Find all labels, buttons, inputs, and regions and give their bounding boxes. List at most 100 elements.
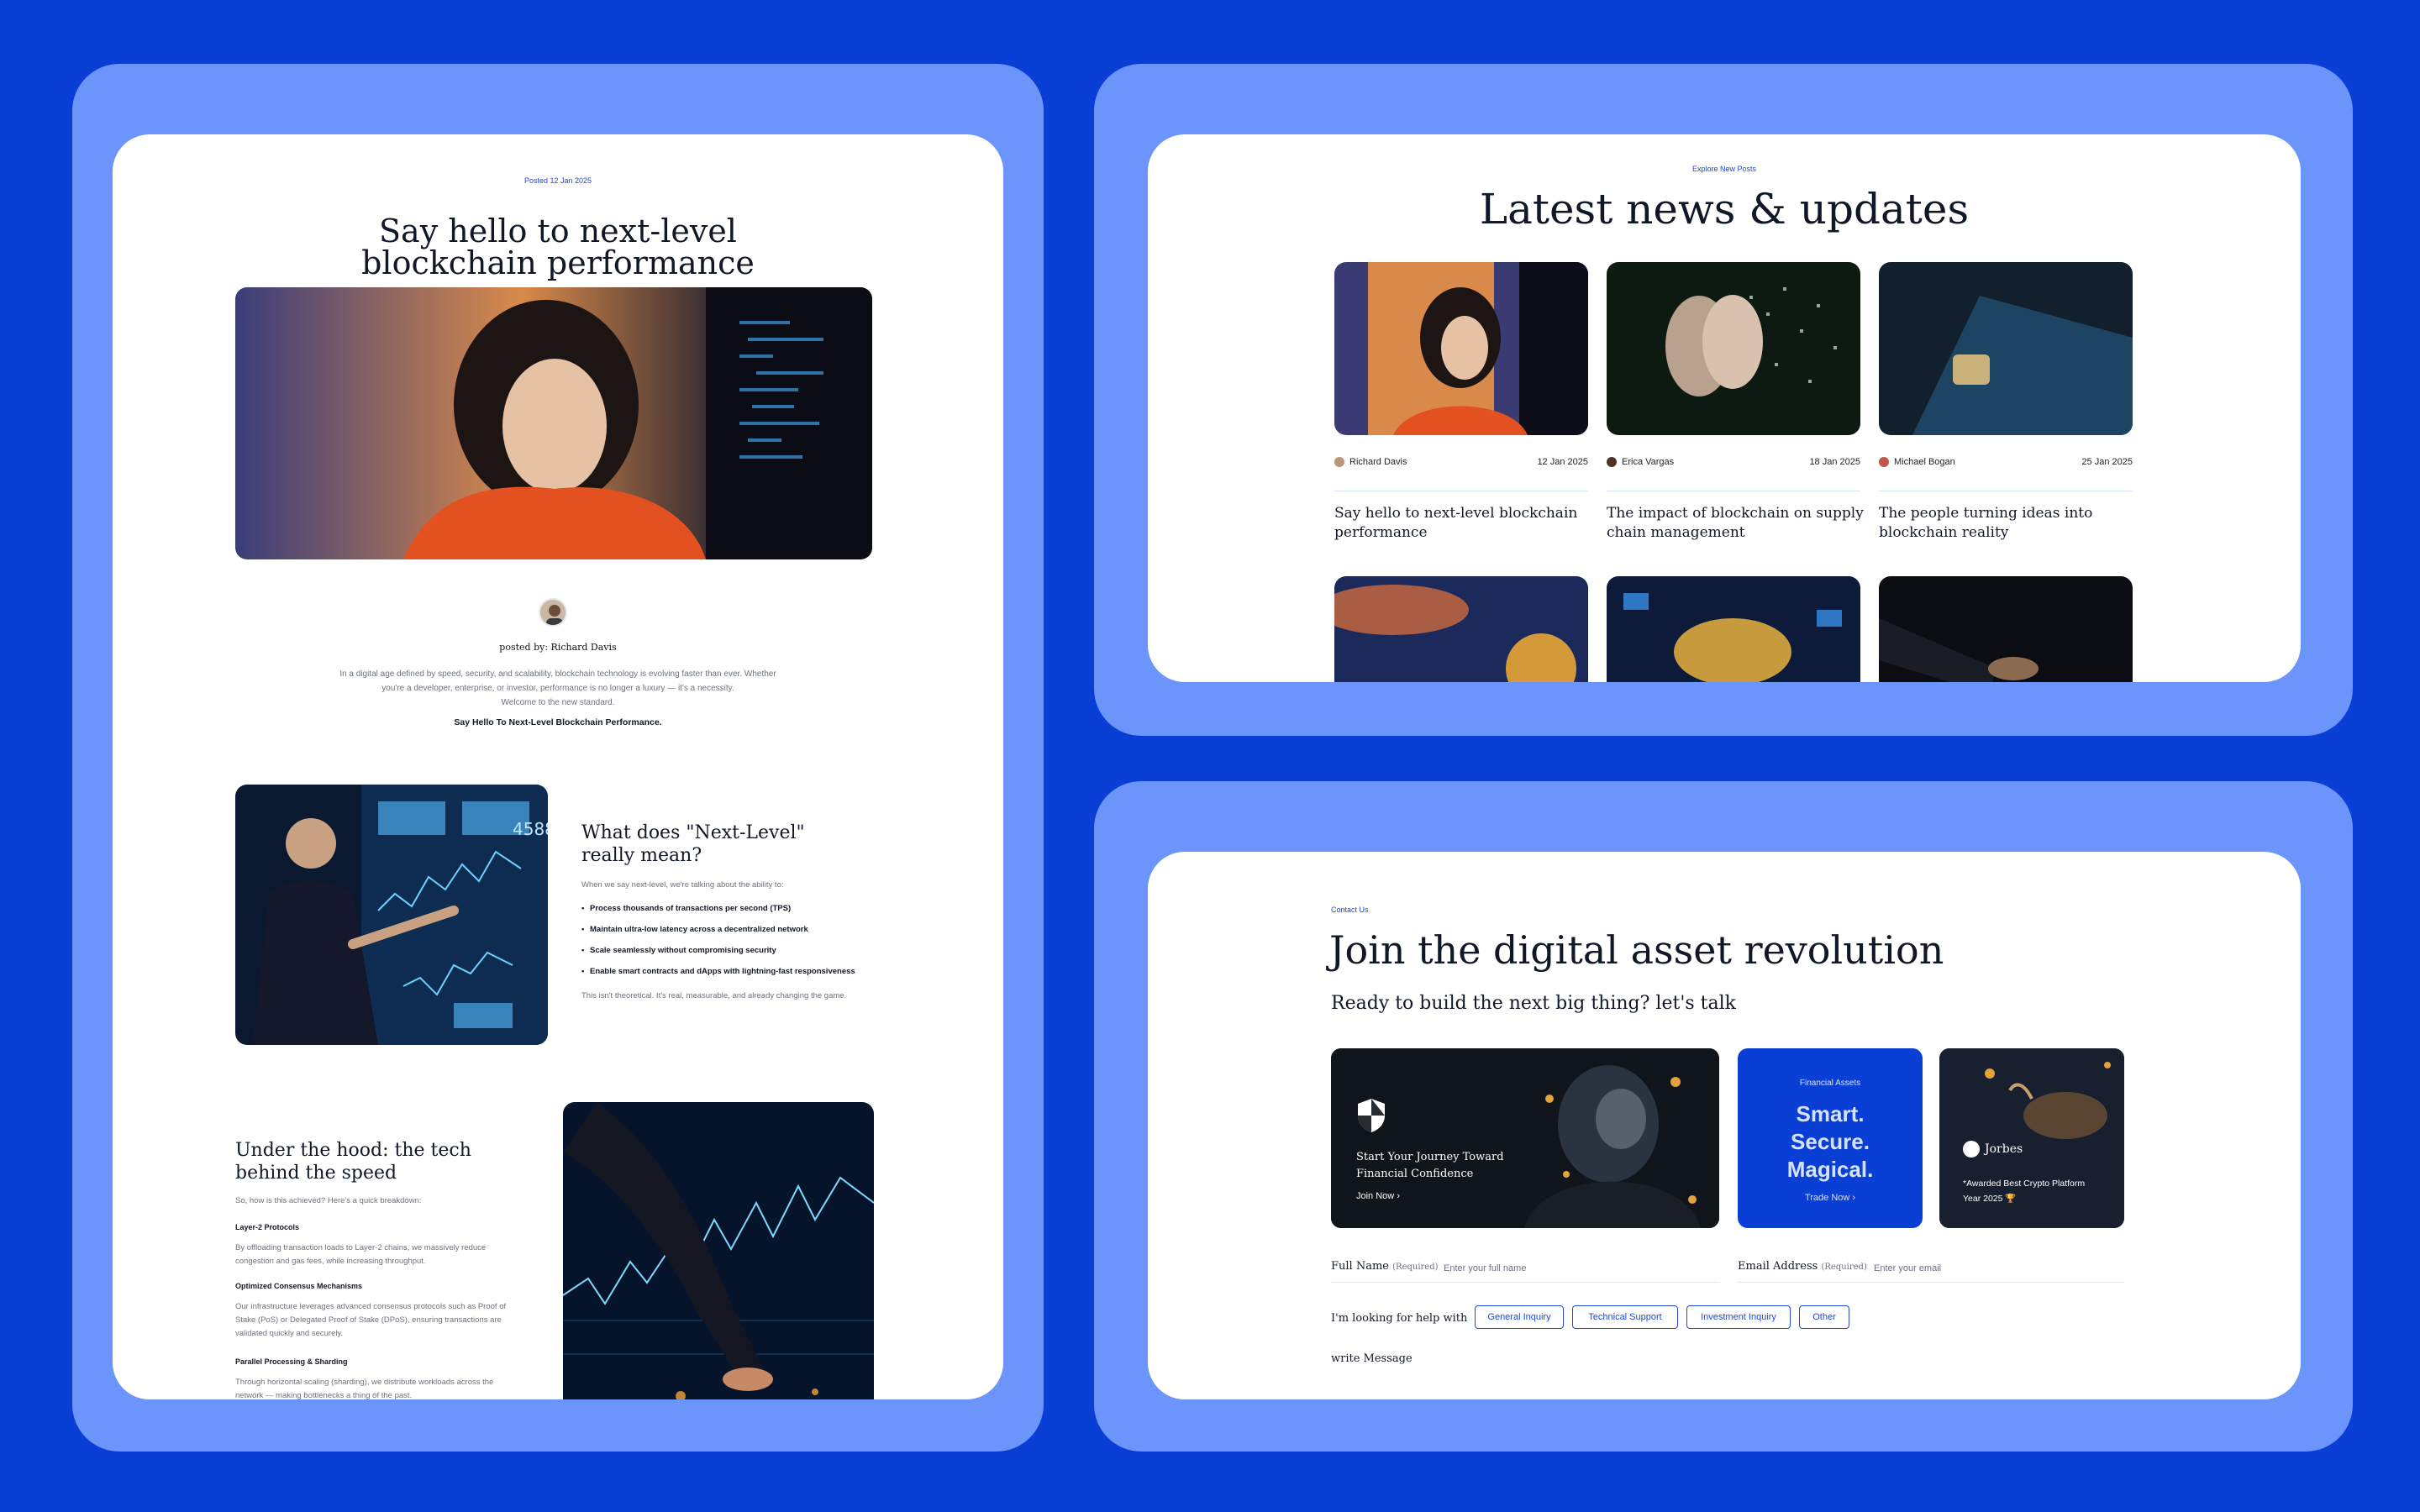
post-image-3: [1879, 262, 2133, 435]
post-meta-3: Michael Bogan: [1879, 457, 1955, 467]
section2-parallel-text: Through horizontal scaling (sharding), w…: [235, 1376, 493, 1399]
article-author: posted by: Richard Davis: [499, 642, 617, 653]
post-date-3: 25 Jan 2025: [2081, 457, 2133, 467]
email-underline: [1738, 1282, 2124, 1283]
news-eyebrow: Explore New Posts: [1691, 165, 1757, 173]
jorbes-icon: [1963, 1141, 1980, 1158]
email-label-text: Email Address: [1738, 1260, 1818, 1273]
section2-layer2-heading: Layer-2 Protocols: [235, 1223, 300, 1231]
promo-tile-trade-headline: Smart. Secure. Magical.: [1738, 1100, 1923, 1184]
post-date-2: 18 Jan 2025: [1809, 457, 1860, 467]
post-author: Richard Davis: [1349, 457, 1407, 467]
section2-title-line1: Under the hood: the tech: [235, 1140, 471, 1161]
author-avatar-icon: [1879, 457, 1889, 467]
chevron-right-icon: ›: [1397, 1191, 1400, 1201]
news-card: Explore New Posts Latest news & updates …: [1148, 134, 2301, 682]
article-intro-line1: In a digital age defined by speed, secur…: [339, 669, 776, 679]
join-now-link[interactable]: Join Now ›: [1356, 1191, 1400, 1201]
post-title-2[interactable]: The impact of blockchain on supply chain…: [1607, 504, 1864, 543]
chip-other[interactable]: Other: [1799, 1305, 1849, 1329]
post-date-1: 12 Jan 2025: [1537, 457, 1588, 467]
post-title-2-line2: chain management: [1607, 524, 1745, 541]
promo-tile-journey-text: Start Your Journey Toward Financial Conf…: [1356, 1149, 1504, 1183]
jorbes-logo: Jorbes: [1963, 1141, 2023, 1158]
chip-investment-inquiry[interactable]: Investment Inquiry: [1686, 1305, 1791, 1329]
promo-tile-journey-line2: Financial Confidence: [1356, 1168, 1474, 1180]
shield-icon: [1355, 1097, 1388, 1138]
article-intro: In a digital age defined by speed, secur…: [113, 667, 1003, 710]
section2-layer2-text: By offloading transaction loads to Layer…: [235, 1242, 486, 1268]
article-intro-line3: Welcome to the new standard.: [501, 698, 615, 707]
post-title-2-line1: The impact of blockchain on supply: [1607, 505, 1864, 522]
svg-text:4588: 4588: [513, 819, 548, 839]
post-meta-1: Richard Davis: [1334, 457, 1407, 467]
promo-tile-journey-line1: Start Your Journey Toward: [1356, 1151, 1504, 1163]
section2-lead: So, how is this achieved? Here's a quick…: [235, 1196, 422, 1205]
post-title-1[interactable]: Say hello to next-level blockchain perfo…: [1334, 504, 1577, 543]
section2-layer2-line1: By offloading transaction loads to Layer…: [235, 1243, 487, 1252]
section2-image: [563, 1102, 874, 1399]
section2-title: Under the hood: the tech behind the spee…: [235, 1139, 471, 1184]
promo-tile-award: Jorbes *Awarded Best Crypto Platform Yea…: [1939, 1048, 2124, 1228]
chip-technical-support[interactable]: Technical Support: [1572, 1305, 1678, 1329]
promo-tile-trade-line1: Smart.: [1796, 1101, 1865, 1126]
author-avatar-icon: [1607, 457, 1617, 467]
post-author: Michael Bogan: [1894, 457, 1955, 467]
promo-tile-journey[interactable]: Start Your Journey Toward Financial Conf…: [1331, 1048, 1719, 1228]
email-input[interactable]: Enter your email: [1874, 1263, 2124, 1273]
section1-title: What does "Next-Level" really mean?: [581, 822, 805, 867]
bullet-item: Scale seamlessly without compromising se…: [581, 946, 855, 955]
section2-consensus-text: Our infrastructure leverages advanced co…: [235, 1300, 506, 1341]
post-title-3-line1: The people turning ideas into: [1879, 505, 2093, 522]
section2-consensus-line3: validated quickly and securely.: [235, 1329, 344, 1338]
message-label: write Message: [1331, 1352, 1413, 1365]
section2-parallel-line2: network — making bottlenecks a thing of …: [235, 1391, 413, 1399]
full-name-required: (Required): [1392, 1263, 1439, 1272]
section2-consensus-heading: Optimized Consensus Mechanisms: [235, 1282, 363, 1290]
email-label: Email Address (Required): [1738, 1260, 1867, 1273]
chip-general-inquiry[interactable]: General Inquiry: [1475, 1305, 1564, 1329]
section2-parallel-line1: Through horizontal scaling (sharding), w…: [235, 1378, 494, 1387]
section1-lead: When we say next-level, we're talking ab…: [581, 880, 784, 890]
author-avatar: [539, 598, 567, 627]
full-name-label-text: Full Name: [1331, 1260, 1389, 1273]
contact-eyebrow: Contact Us: [1331, 906, 1369, 914]
news-title: Latest news & updates: [1479, 185, 1970, 234]
post-author: Erica Vargas: [1622, 457, 1675, 467]
author-avatar-icon: [1334, 457, 1344, 467]
section2-consensus-line1: Our infrastructure leverages advanced co…: [235, 1302, 507, 1311]
post-title-3[interactable]: The people turning ideas into blockchain…: [1879, 504, 2092, 543]
article-posted-date: Posted 12 Jan 2025: [523, 176, 592, 185]
trade-now-link[interactable]: Trade Now ›: [1738, 1193, 1923, 1203]
section1-bullets: Process thousands of transactions per se…: [581, 904, 855, 988]
promo-tile-trade[interactable]: Financial Assets Smart. Secure. Magical.…: [1738, 1048, 1923, 1228]
post-image-4: [1334, 576, 1588, 682]
section1-title-line2: really mean?: [581, 845, 702, 866]
section2-layer2-line2: congestion and gas fees, while increasin…: [235, 1257, 426, 1266]
contact-card: Contact Us Join the digital asset revolu…: [1148, 852, 2301, 1399]
join-now-label: Join Now: [1356, 1191, 1395, 1201]
contact-subtitle: Ready to build the next big thing? let's…: [1331, 993, 1736, 1014]
full-name-underline: [1331, 1282, 1719, 1283]
section1-closing: This isn't theoretical. It's real, measu…: [581, 991, 847, 1000]
post-title-3-line2: blockchain reality: [1879, 524, 2009, 541]
bullet-item: Process thousands of transactions per se…: [581, 904, 855, 913]
promo-tile-award-line1: *Awarded Best Crypto Platform: [1963, 1179, 2086, 1189]
article-card: Posted 12 Jan 2025 Say hello to next-lev…: [113, 134, 1003, 1399]
article-intro-bold: Say Hello To Next-Level Blockchain Perfo…: [454, 717, 662, 727]
promo-tile-award-text: *Awarded Best Crypto Platform Year 2025 …: [1963, 1176, 2085, 1206]
help-with-label: I'm looking for help with: [1331, 1312, 1468, 1325]
post-image-6: [1879, 576, 2133, 682]
full-name-input[interactable]: Enter your full name: [1444, 1263, 1719, 1273]
bullet-item: Maintain ultra-low latency across a dece…: [581, 925, 855, 934]
post-title-1-line1: Say hello to next-level blockchain: [1334, 505, 1578, 522]
chevron-right-icon: ›: [1852, 1193, 1856, 1203]
section2-parallel-heading: Parallel Processing & Sharding: [235, 1357, 348, 1366]
email-required: (Required): [1821, 1263, 1867, 1272]
promo-tile-trade-line2: Secure.: [1791, 1129, 1870, 1154]
article-title-line2: blockchain performance: [361, 244, 755, 281]
article-intro-line2: you're a developer, enterprise, or inves…: [381, 684, 734, 693]
promo-tile-award-line2: Year 2025 🏆: [1963, 1194, 2017, 1204]
section1-title-line1: What does "Next-Level": [581, 822, 805, 843]
post-title-1-line2: performance: [1334, 524, 1428, 541]
